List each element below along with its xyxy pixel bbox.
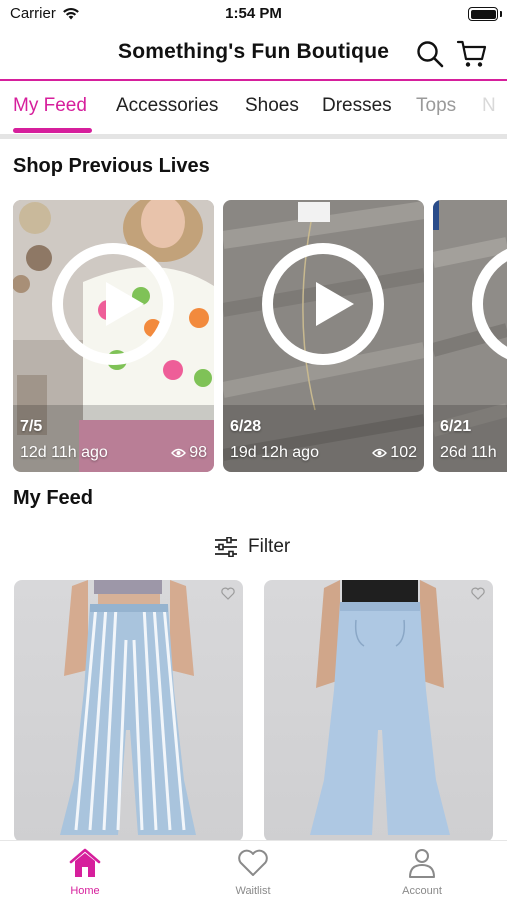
cart-icon[interactable] xyxy=(456,38,488,70)
filter-button[interactable]: Filter xyxy=(214,533,290,561)
tab-more-partial[interactable]: N xyxy=(482,95,496,117)
favorite-heart-icon[interactable] xyxy=(221,587,235,600)
nav-waitlist[interactable]: Waitlist xyxy=(198,847,308,897)
battery-icon xyxy=(468,7,498,21)
tabs-divider xyxy=(0,134,507,139)
app-header: Something's Fun Boutique xyxy=(0,30,507,78)
nav-home-label: Home xyxy=(70,885,100,897)
play-icon xyxy=(106,282,144,326)
live-time-ago: 26d 11h xyxy=(440,444,497,461)
home-icon xyxy=(69,848,101,877)
active-tab-indicator xyxy=(13,128,92,133)
product-card[interactable] xyxy=(14,580,243,842)
play-button[interactable] xyxy=(262,243,384,365)
sliders-icon xyxy=(215,537,237,557)
search-icon[interactable] xyxy=(414,38,446,70)
header-divider xyxy=(0,79,507,81)
nav-account-label: Account xyxy=(402,885,442,897)
filter-label: Filter xyxy=(248,536,291,557)
tab-my-feed[interactable]: My Feed xyxy=(13,95,87,117)
live-date: 6/21 xyxy=(440,418,472,435)
feed-heading: My Feed xyxy=(13,487,94,509)
user-icon xyxy=(409,849,435,878)
tab-shoes[interactable]: Shoes xyxy=(245,95,299,117)
live-time-ago: 12d 11h ago xyxy=(20,444,108,461)
live-time-ago: 19d 12h ago xyxy=(230,444,319,461)
eye-icon xyxy=(171,448,187,458)
eye-icon xyxy=(372,448,388,458)
favorite-heart-icon[interactable] xyxy=(471,587,485,600)
view-count-value: 102 xyxy=(390,444,417,461)
play-button[interactable] xyxy=(52,243,174,365)
view-count: 102 xyxy=(372,444,417,462)
view-count-value: 98 xyxy=(189,444,207,461)
live-replay-card[interactable]: 7/5 12d 11h ago 98 xyxy=(13,200,214,472)
live-date: 6/28 xyxy=(230,418,262,435)
live-replay-card[interactable]: 6/28 19d 12h ago 102 xyxy=(223,200,424,472)
page-title: Something's Fun Boutique xyxy=(118,40,390,63)
tab-tops[interactable]: Tops xyxy=(416,95,456,117)
tab-dresses[interactable]: Dresses xyxy=(322,95,392,117)
category-tabs: My Feed Accessories Shoes Dresses Tops N xyxy=(0,82,507,134)
clock: 1:54 PM xyxy=(225,5,282,22)
nav-waitlist-label: Waitlist xyxy=(235,885,271,897)
tab-accessories[interactable]: Accessories xyxy=(116,95,218,117)
bottom-tab-bar: Home Waitlist Account xyxy=(0,840,507,900)
status-bar: Carrier 1:54 PM xyxy=(0,0,507,28)
nav-account[interactable]: Account xyxy=(367,847,477,897)
play-icon xyxy=(316,282,354,326)
heart-icon xyxy=(238,849,268,876)
product-image xyxy=(60,580,196,835)
view-count: 98 xyxy=(171,444,207,462)
product-image xyxy=(310,580,450,835)
product-card[interactable] xyxy=(264,580,493,842)
battery-tip xyxy=(500,11,502,17)
previous-lives-heading: Shop Previous Lives xyxy=(13,155,210,177)
nav-home[interactable]: Home xyxy=(30,847,140,897)
live-date: 7/5 xyxy=(20,418,43,435)
live-replay-card[interactable]: 6/21 26d 11h xyxy=(433,200,507,472)
